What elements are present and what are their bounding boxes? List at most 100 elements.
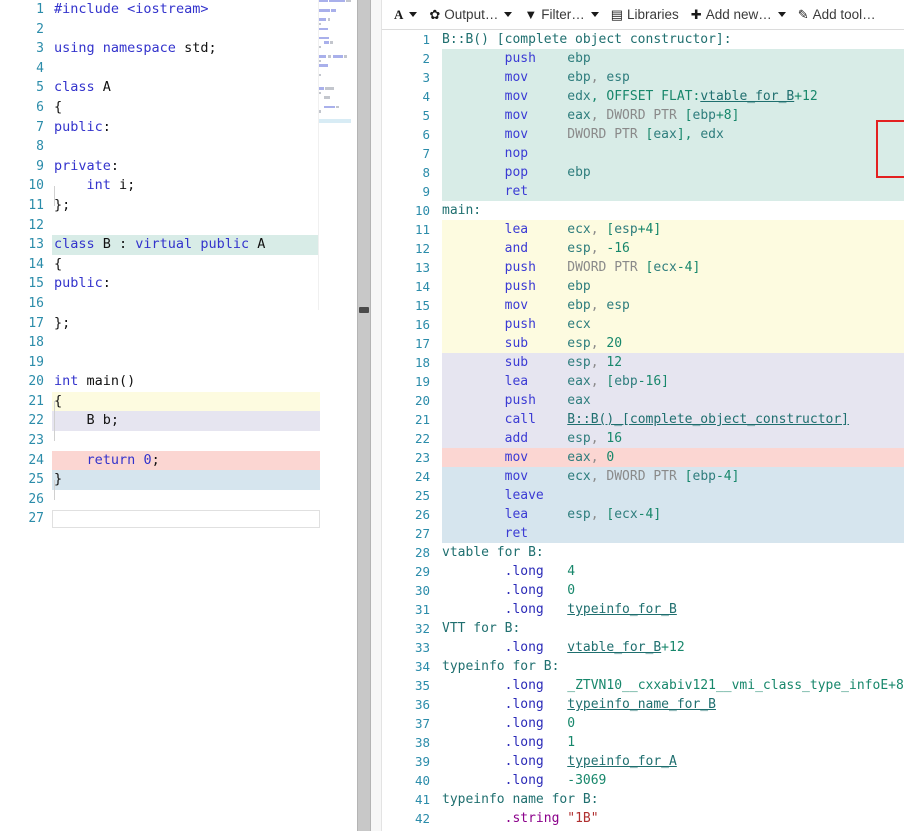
assembly-line-number: 3: [422, 70, 430, 85]
source-line[interactable]: 1 #include <iostream>: [0, 0, 357, 20]
assembly-line[interactable]: 41 typeinfo name for B:: [382, 790, 904, 809]
minimap-row: [319, 110, 351, 113]
assembly-line[interactable]: 35 .long _ZTVN10__cxxabiv121__vmi_class_…: [382, 676, 904, 695]
source-line[interactable]: 9 private:: [0, 157, 357, 177]
plus-icon: ✚: [690, 7, 702, 22]
assembly-line-number: 19: [414, 374, 430, 389]
cpp-source-panel[interactable]: 1 #include <iostream> 2 3 using namespace st…: [0, 0, 357, 831]
assembly-line[interactable]: 5 mov eax, DWORD PTR [ebp+8]: [382, 106, 904, 125]
assembly-line[interactable]: 7 nop: [382, 144, 904, 163]
assembly-line-number: 25: [414, 488, 430, 503]
assembly-line[interactable]: 6 mov DWORD PTR [eax], edx: [382, 125, 904, 144]
source-line-number: 11: [28, 197, 44, 213]
minimap-token: [327, 55, 332, 58]
assembly-line[interactable]: 12 and esp, -16: [382, 239, 904, 258]
assembly-line[interactable]: 34 typeinfo for B:: [382, 657, 904, 676]
minimap-token: [336, 105, 339, 109]
assembly-line[interactable]: 24 mov ecx, DWORD PTR [ebp-4]: [382, 467, 904, 486]
assembly-line[interactable]: 28 vtable for B:: [382, 543, 904, 562]
source-line[interactable]: 7 public:: [0, 118, 357, 138]
panel-splitter[interactable]: [357, 0, 371, 831]
assembly-line-number: 1: [422, 32, 430, 47]
assembly-symbol-link[interactable]: typeinfo_for_B: [567, 602, 677, 617]
assembly-line[interactable]: 19 lea eax, [ebp-16]: [382, 372, 904, 391]
assembly-line[interactable]: 13 push DWORD PTR [ecx-4]: [382, 258, 904, 277]
assembly-symbol-link[interactable]: B::B()_[complete_object_constructor]: [567, 412, 849, 427]
assembly-line[interactable]: 2 push ebp: [382, 49, 904, 68]
assembly-line[interactable]: 14 push ebp: [382, 277, 904, 296]
source-line[interactable]: 13 class B : virtual public A: [0, 235, 357, 255]
assembly-lines[interactable]: 1 B::B() [complete object constructor]: 2 …: [382, 30, 904, 828]
toolbar-libraries-button[interactable]: ▤ Libraries: [605, 5, 685, 24]
assembly-line[interactable]: 25 leave: [382, 486, 904, 505]
assembly-line[interactable]: 4 mov edx, OFFSET FLAT:vtable_for_B+12: [382, 87, 904, 106]
minimap-token: [323, 96, 330, 99]
toolbar-fontsize-button[interactable]: A: [388, 6, 423, 23]
assembly-symbol-link[interactable]: vtable_for_B: [700, 89, 794, 104]
cpp-source-lines[interactable]: 1 #include <iostream> 2 3 using namespace st…: [0, 0, 357, 529]
assembly-line[interactable]: 8 pop ebp: [382, 163, 904, 182]
chevron-down-icon[interactable]: [409, 12, 418, 17]
assembly-line[interactable]: 27 ret: [382, 524, 904, 543]
assembly-line[interactable]: 38 .long 1: [382, 733, 904, 752]
source-line-number: 20: [28, 374, 44, 390]
assembly-line[interactable]: 21 call B::B()_[complete_object_construc…: [382, 410, 904, 429]
assembly-line[interactable]: 23 mov eax, 0: [382, 448, 904, 467]
source-line[interactable]: 3 using namespace std;: [0, 39, 357, 59]
assembly-line[interactable]: 36 .long typeinfo_name_for_B: [382, 695, 904, 714]
source-line[interactable]: 16: [0, 294, 357, 314]
assembly-line[interactable]: 22 add esp, 16: [382, 429, 904, 448]
source-line[interactable]: 15 public:: [0, 274, 357, 294]
source-line[interactable]: 14 {: [0, 255, 357, 275]
chevron-down-icon[interactable]: [590, 12, 599, 17]
assembly-line[interactable]: 16 push ecx: [382, 315, 904, 334]
assembly-line[interactable]: 9 ret: [382, 182, 904, 201]
assembly-line[interactable]: 17 sub esp, 20: [382, 334, 904, 353]
toolbar-addnew-button[interactable]: ✚ Add new…: [685, 5, 792, 24]
source-line[interactable]: 24 return 0;: [0, 450, 357, 471]
source-line[interactable]: 6{: [0, 98, 357, 118]
source-line[interactable]: 8: [0, 137, 357, 157]
toolbar-filter-button[interactable]: ▼ Filter…: [518, 5, 604, 24]
assembly-line[interactable]: 3 mov ebp, esp: [382, 68, 904, 87]
assembly-line-text: mov eax, DWORD PTR [ebp+8]: [504, 108, 740, 123]
source-line[interactable]: 27: [0, 509, 357, 529]
source-line-number: 6: [36, 99, 44, 115]
assembly-line[interactable]: 40 .long -3069: [382, 771, 904, 790]
toolbar-output-button[interactable]: ✿ Output…: [423, 5, 518, 24]
assembly-line[interactable]: 37 .long 0: [382, 714, 904, 733]
assembly-line[interactable]: 29 .long 4: [382, 562, 904, 581]
assembly-symbol-link[interactable]: typeinfo_for_A: [567, 754, 677, 769]
source-line[interactable]: 5 class A: [0, 78, 357, 98]
assembly-line[interactable]: 1 B::B() [complete object constructor]:: [382, 30, 904, 49]
assembly-line[interactable]: 26 lea esp, [ecx-4]: [382, 505, 904, 524]
assembly-line[interactable]: 11 lea ecx, [esp+4]: [382, 220, 904, 239]
assembly-line[interactable]: 20 push eax: [382, 391, 904, 410]
assembly-line[interactable]: 30 .long 0: [382, 581, 904, 600]
assembly-line-text: and esp, -16: [504, 241, 630, 256]
source-line[interactable]: 19: [0, 353, 357, 373]
assembly-line[interactable]: 15 mov ebp, esp: [382, 296, 904, 315]
assembly-line[interactable]: 42 .string "1B": [382, 809, 904, 828]
assembly-symbol-link[interactable]: vtable_for_B: [567, 640, 661, 655]
chevron-down-icon[interactable]: [777, 12, 786, 17]
source-line[interactable]: 12: [0, 216, 357, 236]
source-line[interactable]: 4: [0, 59, 357, 79]
assembly-line-text: lea esp, [ecx-4]: [504, 507, 662, 522]
splitter-grip-handle[interactable]: [359, 307, 369, 313]
source-line[interactable]: 18: [0, 333, 357, 353]
source-line[interactable]: 17};: [0, 314, 357, 334]
assembly-line[interactable]: 32 VTT for B:: [382, 619, 904, 638]
source-minimap[interactable]: [318, 0, 351, 310]
assembly-symbol-link[interactable]: typeinfo_name_for_B: [567, 697, 716, 712]
assembly-body[interactable]: 1 B::B() [complete object constructor]: 2 …: [382, 30, 904, 831]
assembly-line[interactable]: 18 sub esp, 12: [382, 353, 904, 372]
source-line[interactable]: 2: [0, 20, 357, 40]
assembly-line[interactable]: 31 .long typeinfo_for_B: [382, 600, 904, 619]
chevron-down-icon[interactable]: [504, 12, 513, 17]
assembly-line[interactable]: 39 .long typeinfo_for_A: [382, 752, 904, 771]
assembly-line[interactable]: 33 .long vtable_for_B+12: [382, 638, 904, 657]
assembly-line[interactable]: 10 main:: [382, 201, 904, 220]
source-line[interactable]: 20 int main(): [0, 372, 357, 392]
toolbar-addtool-button[interactable]: ✎ Add tool…: [792, 5, 882, 24]
